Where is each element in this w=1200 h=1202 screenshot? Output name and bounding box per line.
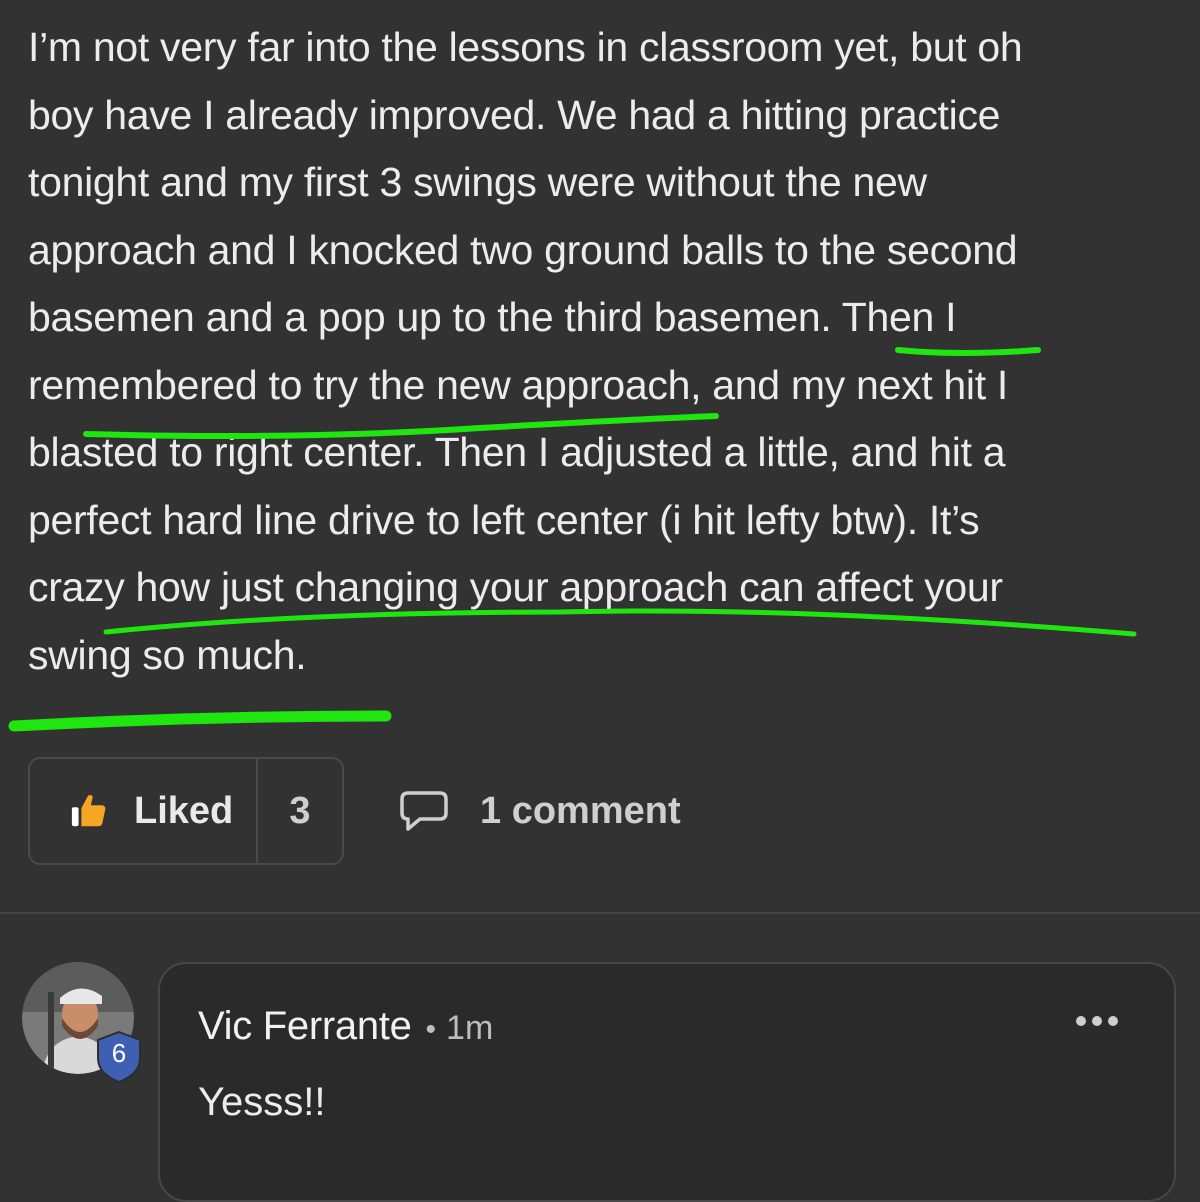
comment-count-label: 1 comment [480, 789, 681, 832]
underline-swing [8, 710, 392, 732]
like-count[interactable]: 3 [258, 759, 342, 863]
comment-button[interactable]: 1 comment [398, 789, 681, 833]
comment-author[interactable]: Vic Ferrante [198, 1004, 412, 1049]
post-actions: Liked 3 1 comment [28, 756, 681, 866]
more-options-icon[interactable] [1076, 1016, 1118, 1026]
post-line: basemen and a pop up to the third baseme… [28, 294, 957, 340]
post-line: I’m not very far into the lessons in cla… [28, 24, 1023, 70]
speech-bubble-icon [400, 791, 448, 831]
post-line: swing so much. [28, 631, 307, 678]
post-line: remembered to try the new approach, and … [28, 361, 1008, 408]
post-line: perfect hard line drive to left center (… [28, 496, 980, 543]
comment-text: Yesss!! [198, 1080, 326, 1124]
post-line: approach and I knocked two ground balls … [28, 226, 1018, 273]
post-line: blasted to right center. Then I adjusted… [28, 429, 1006, 475]
like-button[interactable]: Liked [30, 759, 258, 863]
separator-dot: • [425, 1013, 437, 1046]
post-line: crazy how just changing your approach ca… [28, 564, 1003, 610]
comment-header: Vic Ferrante • 1m [198, 1004, 493, 1049]
like-label: Liked [134, 789, 234, 832]
level-number: 6 [111, 1038, 127, 1068]
comment-time: 1m [446, 1009, 494, 1047]
section-divider [0, 912, 1200, 914]
commenter-avatar[interactable]: 6 [22, 962, 141, 1084]
post-line: boy have I already improved. We had a hi… [28, 91, 1001, 138]
post-line: tonight and my first 3 swings were witho… [28, 159, 927, 205]
like-group: Liked 3 [28, 757, 344, 865]
thumbs-up-icon [71, 795, 106, 827]
comment-card: Vic Ferrante • 1m Yesss!! [158, 962, 1176, 1202]
post-body: I’m not very far into the lessons in cla… [28, 14, 1178, 689]
